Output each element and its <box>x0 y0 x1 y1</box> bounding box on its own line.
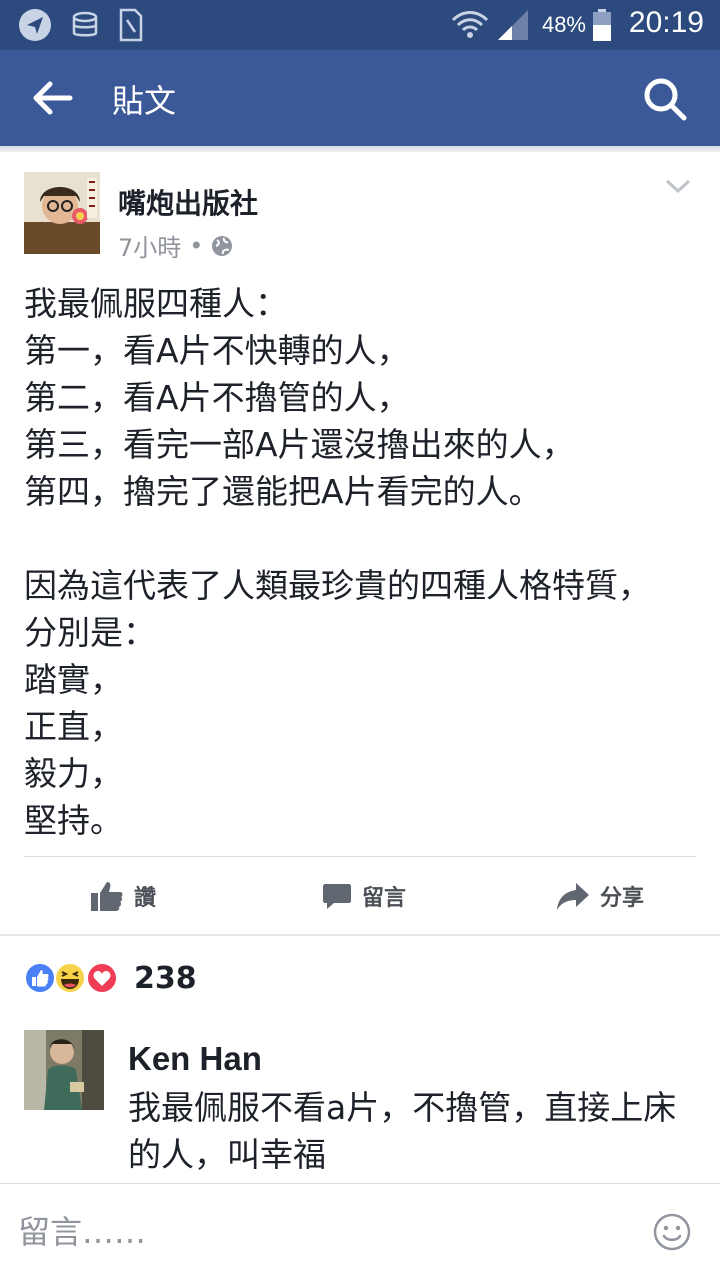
post-line: 第一，看A片不快轉的人， <box>24 331 410 370</box>
globe-icon <box>212 235 233 256</box>
status-bar: 48% 20:19 <box>0 0 720 50</box>
post-text: 我最佩服四種人： 第一，看A片不快轉的人， 第二，看A片不擼管的人， 第三，看完… <box>24 280 704 844</box>
share-arrow-icon <box>557 883 589 910</box>
divider <box>24 856 696 857</box>
app-bar-shadow <box>0 146 720 152</box>
page-title: 貼文 <box>112 82 177 120</box>
thumbs-up-icon <box>91 882 123 911</box>
post-line: 正直， <box>24 707 123 746</box>
navigation-icon <box>19 9 51 41</box>
post-meta: 7小時 • <box>118 228 233 263</box>
sim-card-icon <box>119 8 143 42</box>
database-icon <box>72 11 98 37</box>
post-author[interactable]: 嘴炮出版社 <box>118 182 258 222</box>
comment-label: 留言 <box>362 886 407 911</box>
battery-icon <box>593 9 611 41</box>
back-arrow-icon[interactable] <box>30 76 78 120</box>
post-line: 踏實， <box>24 660 123 699</box>
like-icon <box>24 962 56 994</box>
post-actions: 讚 留言 分享 <box>0 858 720 934</box>
chevron-down-icon[interactable] <box>664 176 692 196</box>
post-line: 第四，擼完了還能把A片看完的人。 <box>24 472 542 511</box>
comment-composer <box>0 1184 720 1280</box>
comment-text: 我最佩服不看a片，不擼管，直接上床的人，叫幸福 <box>128 1088 677 1174</box>
post-line: 第二，看A片不擼管的人， <box>24 378 410 417</box>
like-label: 讚 <box>134 886 157 911</box>
post-line: 堅持。 <box>24 801 123 840</box>
comment-bubble-icon <box>323 884 351 909</box>
post-line: 第三，看完一部A片還沒擼出來的人， <box>24 425 575 464</box>
smiley-icon[interactable] <box>652 1212 692 1252</box>
post-line-blank <box>24 515 704 562</box>
section-separator <box>0 934 720 936</box>
battery-percent: 48% <box>541 12 586 37</box>
comment-author[interactable]: Ken Han <box>128 1040 262 1078</box>
like-button[interactable]: 讚 <box>90 876 156 916</box>
meta-separator: • <box>189 231 204 260</box>
haha-icon <box>54 962 86 994</box>
reactions-summary[interactable]: 238 <box>24 960 197 996</box>
commenter-avatar[interactable] <box>24 1030 104 1110</box>
post-line: 我最佩服四種人： <box>24 284 288 323</box>
post-line: 因為這代表了人類最珍貴的四種人格特質，分別是： <box>24 566 651 652</box>
comment-input[interactable] <box>18 1204 618 1260</box>
wifi-icon <box>451 11 489 38</box>
comment-button[interactable]: 留言 <box>322 876 406 916</box>
reaction-count: 238 <box>134 960 197 996</box>
share-button[interactable]: 分享 <box>556 876 644 916</box>
post-line: 毅力， <box>24 754 123 793</box>
love-icon <box>86 962 118 994</box>
search-icon[interactable] <box>642 76 688 122</box>
post-time[interactable]: 7小時 <box>118 228 181 263</box>
app-bar: 貼文 <box>0 50 720 146</box>
signal-icon <box>498 10 528 40</box>
reaction-icons <box>24 960 124 996</box>
page-avatar[interactable] <box>24 172 100 254</box>
share-label: 分享 <box>600 886 645 911</box>
clock: 20:19 <box>628 6 704 39</box>
